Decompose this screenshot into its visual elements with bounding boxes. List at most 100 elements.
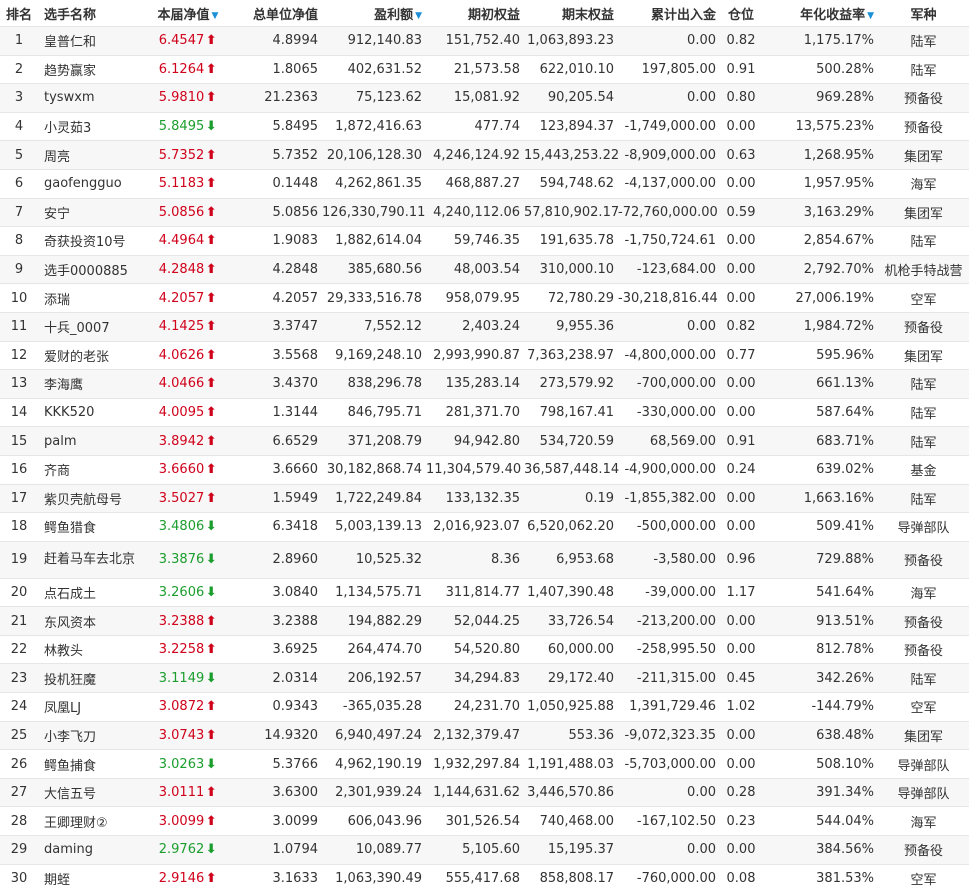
rank-cell: 20 bbox=[0, 578, 38, 607]
cash-flow-cell: -258,995.50 bbox=[618, 635, 720, 664]
unit-nav-cell: 4.2848 bbox=[226, 255, 322, 284]
table-row: 17紫贝壳航母号3.5027⬆1.59491,722,249.84133,132… bbox=[0, 484, 969, 513]
player-name-cell: 爱财的老张 bbox=[38, 341, 150, 370]
annual-return-cell: 508.10% bbox=[762, 750, 878, 779]
player-name-link[interactable]: 鳄鱼猎食 bbox=[44, 521, 96, 536]
nav-value: 3.2606 bbox=[159, 585, 205, 600]
player-name-link[interactable]: KKK520 bbox=[44, 405, 94, 420]
begin-equity-cell: 151,752.40 bbox=[426, 27, 524, 56]
nav-cell: 3.2388⬆ bbox=[150, 607, 226, 636]
col-header-nav[interactable]: 本届净值▼ bbox=[150, 0, 226, 27]
col-header-profit[interactable]: 盈利额▼ bbox=[322, 0, 426, 27]
unit-nav-cell: 6.3418 bbox=[226, 513, 322, 542]
position-cell: 0.00 bbox=[720, 635, 762, 664]
rank-cell: 13 bbox=[0, 370, 38, 399]
player-name-link[interactable]: palm bbox=[44, 434, 77, 449]
unit-nav-cell: 3.3747 bbox=[226, 312, 322, 341]
sort-desc-icon[interactable]: ▼ bbox=[212, 11, 219, 21]
player-name-link[interactable]: 林教头 bbox=[44, 644, 83, 659]
player-name-link[interactable]: 点石成土 bbox=[44, 587, 96, 602]
begin-equity-cell: 4,240,112.06 bbox=[426, 198, 524, 227]
end-equity-cell: 0.19 bbox=[524, 484, 618, 513]
player-name-link[interactable]: 李海鹰 bbox=[44, 378, 83, 393]
rank-cell: 6 bbox=[0, 169, 38, 198]
unit-nav-cell: 21.2363 bbox=[226, 84, 322, 113]
arrow-up-icon: ⬆ bbox=[205, 33, 217, 48]
profit-cell: 75,123.62 bbox=[322, 84, 426, 113]
player-name-link[interactable]: 选手0000885 bbox=[44, 264, 128, 279]
unit-nav-cell: 3.6925 bbox=[226, 635, 322, 664]
end-equity-cell: 273,579.92 bbox=[524, 370, 618, 399]
player-name-cell: 投机狂魔 bbox=[38, 664, 150, 693]
profit-cell: 264,474.70 bbox=[322, 635, 426, 664]
player-name-link[interactable]: 十兵_0007 bbox=[44, 321, 110, 336]
player-name-link[interactable]: 东风资本 bbox=[44, 616, 96, 631]
player-name-link[interactable]: 紫贝壳航母号 bbox=[44, 493, 122, 508]
player-name-link[interactable]: 期蛭 bbox=[44, 873, 70, 888]
nav-value: 5.7352 bbox=[159, 148, 205, 163]
annual-return-cell: 509.41% bbox=[762, 513, 878, 542]
end-equity-cell: 1,050,925.88 bbox=[524, 693, 618, 722]
player-name-cell: 十兵_0007 bbox=[38, 312, 150, 341]
nav-value: 5.9810 bbox=[159, 90, 205, 105]
player-name-link[interactable]: 小灵茹3 bbox=[44, 121, 91, 136]
table-header: 排名 选手名称 本届净值▼ 总单位净值 盈利额▼ 期初权益 期末权益 累计出入金… bbox=[0, 0, 969, 27]
end-equity-cell: 310,000.10 bbox=[524, 255, 618, 284]
unit-nav-cell: 3.0840 bbox=[226, 578, 322, 607]
col-header-flow: 累计出入金 bbox=[618, 0, 720, 27]
branch-cell: 导弹部队 bbox=[878, 778, 969, 807]
player-name-link[interactable]: 投机狂魔 bbox=[44, 673, 96, 688]
table-row: 14KKK5204.0095⬆1.3144846,795.71281,371.7… bbox=[0, 398, 969, 427]
player-name-link[interactable]: 大信五号 bbox=[44, 787, 96, 802]
unit-nav-cell: 5.3766 bbox=[226, 750, 322, 779]
player-name-cell: 赶着马车去北京 bbox=[38, 541, 150, 578]
player-name-link[interactable]: 齐商 bbox=[44, 464, 70, 479]
player-name-cell: 王卿理财② bbox=[38, 807, 150, 836]
col-header-annual[interactable]: 年化收益率▼ bbox=[762, 0, 878, 27]
player-name-link[interactable]: 凤凰LJ bbox=[44, 701, 81, 716]
unit-nav-cell: 3.2388 bbox=[226, 607, 322, 636]
branch-cell: 陆军 bbox=[878, 227, 969, 256]
rank-cell: 29 bbox=[0, 836, 38, 865]
player-name-cell: 鳄鱼猎食 bbox=[38, 513, 150, 542]
player-name-link[interactable]: gaofengguo bbox=[44, 176, 122, 191]
nav-cell: 3.0099⬆ bbox=[150, 807, 226, 836]
unit-nav-cell: 3.4370 bbox=[226, 370, 322, 399]
sort-desc-icon[interactable]: ▼ bbox=[415, 11, 422, 21]
nav-cell: 3.8942⬆ bbox=[150, 427, 226, 456]
branch-cell: 海军 bbox=[878, 578, 969, 607]
nav-cell: 3.0872⬆ bbox=[150, 693, 226, 722]
cash-flow-cell: 0.00 bbox=[618, 312, 720, 341]
end-equity-cell: 534,720.59 bbox=[524, 427, 618, 456]
player-name-link[interactable]: 鳄鱼捕食 bbox=[44, 759, 96, 774]
position-cell: 0.77 bbox=[720, 341, 762, 370]
sort-desc-icon[interactable]: ▼ bbox=[867, 11, 874, 21]
player-name-link[interactable]: 周亮 bbox=[44, 150, 70, 165]
arrow-down-icon: ⬇ bbox=[205, 519, 217, 534]
player-name-link[interactable]: 安宁 bbox=[44, 207, 70, 222]
player-name-link[interactable]: 小李飞刀 bbox=[44, 730, 96, 745]
rank-cell: 17 bbox=[0, 484, 38, 513]
nav-value: 2.9762 bbox=[159, 842, 205, 857]
player-name-link[interactable]: 赶着马车去北京 bbox=[44, 552, 140, 568]
player-name-link[interactable]: 爱财的老张 bbox=[44, 350, 109, 365]
player-name-link[interactable]: 王卿理财② bbox=[44, 816, 108, 831]
position-cell: 0.59 bbox=[720, 198, 762, 227]
profit-cell: 1,882,614.04 bbox=[322, 227, 426, 256]
col-header-unit-nav: 总单位净值 bbox=[226, 0, 322, 27]
player-name-cell: 添瑞 bbox=[38, 284, 150, 313]
player-name-link[interactable]: 奇获投资10号 bbox=[44, 235, 126, 250]
player-name-link[interactable]: 皇普仁和 bbox=[44, 35, 96, 50]
player-name-link[interactable]: tyswxm bbox=[44, 90, 95, 105]
player-name-link[interactable]: 添瑞 bbox=[44, 293, 70, 308]
end-equity-cell: 1,191,488.03 bbox=[524, 750, 618, 779]
player-name-link[interactable]: daming bbox=[44, 842, 93, 857]
player-name-link[interactable]: 趋势赢家 bbox=[44, 64, 96, 79]
end-equity-cell: 9,955.36 bbox=[524, 312, 618, 341]
begin-equity-cell: 468,887.27 bbox=[426, 169, 524, 198]
cash-flow-cell: -5,703,000.00 bbox=[618, 750, 720, 779]
arrow-down-icon: ⬇ bbox=[205, 585, 217, 600]
annual-return-cell: 2,792.70% bbox=[762, 255, 878, 284]
end-equity-cell: 33,726.54 bbox=[524, 607, 618, 636]
cash-flow-cell: 0.00 bbox=[618, 836, 720, 865]
